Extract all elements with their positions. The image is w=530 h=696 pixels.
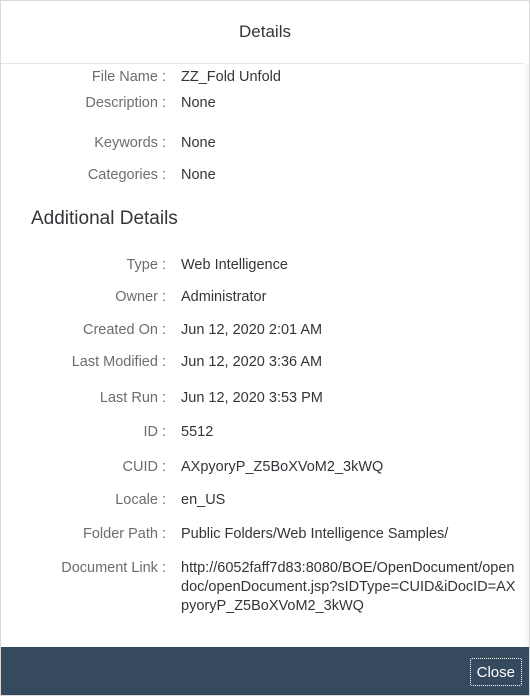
owner-value: Administrator xyxy=(181,289,267,305)
dialog-footer: Close xyxy=(1,647,529,695)
scroll-area-edge xyxy=(523,63,529,649)
keywords-value: None xyxy=(181,135,216,151)
last-modified-value: Jun 12, 2020 3:36 AM xyxy=(181,354,323,370)
folder-path-label: Folder Path : xyxy=(82,526,166,542)
details-dialog: Details File Name : ZZ_Fold Unfold Descr… xyxy=(0,0,530,696)
dialog-title: Details xyxy=(239,22,291,41)
document-link-label: Document Link : xyxy=(61,560,166,576)
categories-value: None xyxy=(181,167,216,183)
keywords-label: Keywords : xyxy=(94,135,166,151)
id-label: ID : xyxy=(143,424,166,440)
created-on-value: Jun 12, 2020 2:01 AM xyxy=(181,322,323,338)
categories-label: Categories : xyxy=(87,167,166,183)
file-name-value: ZZ_Fold Unfold xyxy=(181,69,281,85)
last-modified-label: Last Modified : xyxy=(71,354,166,370)
locale-label: Locale : xyxy=(115,492,166,508)
description-label: Description : xyxy=(85,95,166,111)
dialog-header: Details xyxy=(1,1,529,64)
locale-value: en_US xyxy=(181,492,226,508)
cuid-value: AXpyoryP_Z5BoXVoM2_3kWQ xyxy=(181,459,384,475)
last-run-label: Last Run : xyxy=(99,390,166,406)
type-label: Type : xyxy=(126,257,167,273)
document-link-value[interactable]: http://6052faff7d83:8080/BOE/OpenDocumen… xyxy=(181,559,521,616)
additional-details-heading: Additional Details xyxy=(31,208,178,229)
description-value: None xyxy=(181,95,216,111)
close-button[interactable]: Close xyxy=(469,658,522,686)
type-value: Web Intelligence xyxy=(181,257,288,273)
folder-path-value: Public Folders/Web Intelligence Samples/ xyxy=(181,526,449,542)
owner-label: Owner : xyxy=(115,289,166,305)
file-name-label: File Name : xyxy=(91,69,166,85)
cuid-label: CUID : xyxy=(122,459,167,475)
created-on-label: Created On : xyxy=(82,322,166,338)
dialog-content: File Name : ZZ_Fold Unfold Description :… xyxy=(1,63,529,649)
last-run-value: Jun 12, 2020 3:53 PM xyxy=(181,390,323,406)
id-value: 5512 xyxy=(181,424,214,440)
